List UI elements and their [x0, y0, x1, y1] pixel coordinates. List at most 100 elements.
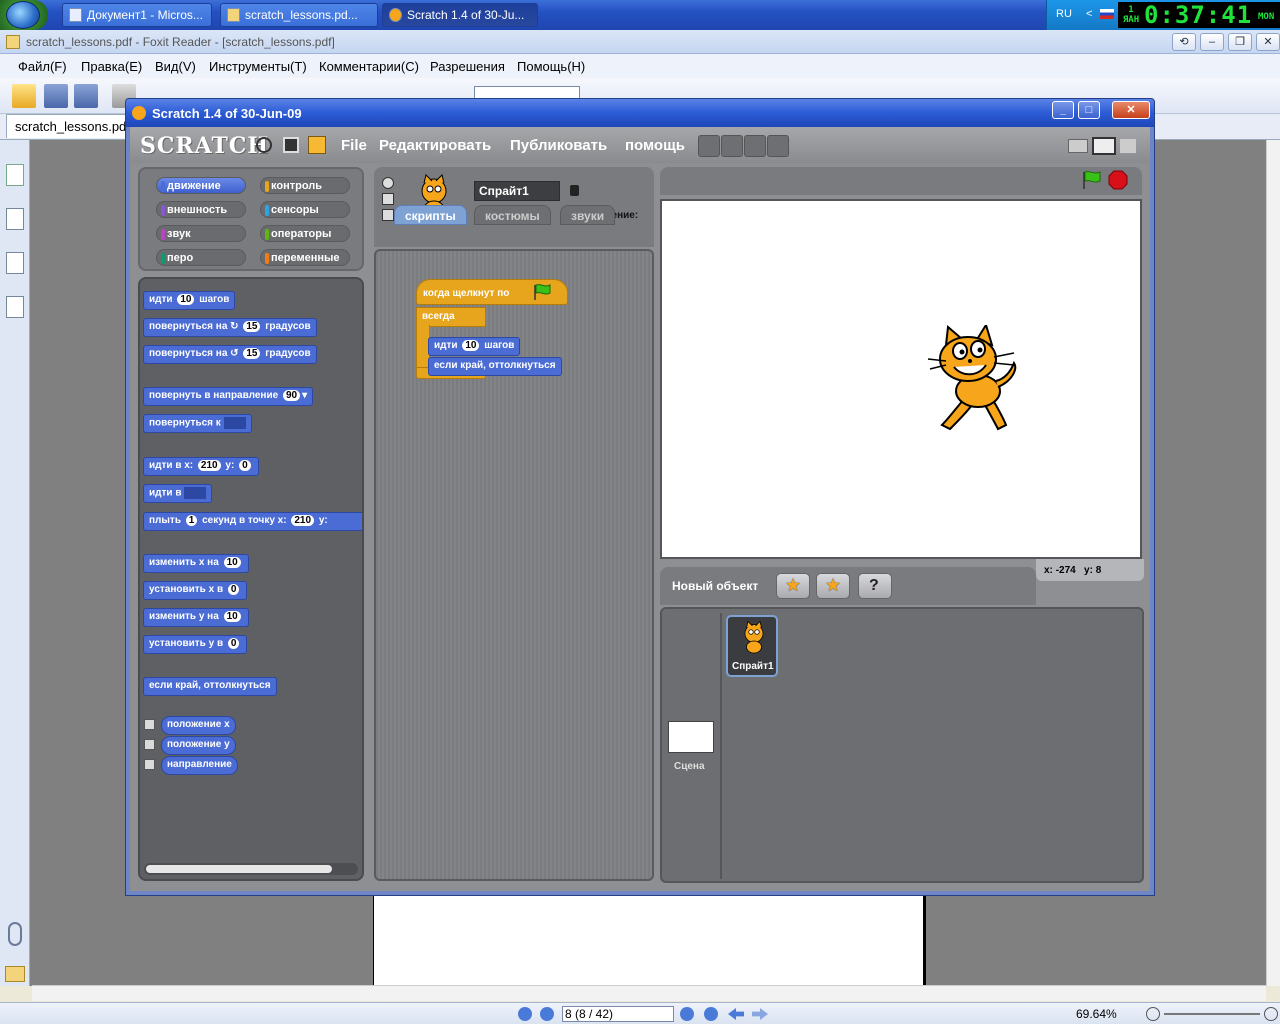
zoom-level[interactable]: 69.64%: [1076, 1007, 1117, 1021]
block-change-x[interactable]: изменить x на 10: [143, 554, 249, 573]
menu-comments[interactable]: Комментарии(C): [319, 59, 419, 74]
no-rotate-icon[interactable]: [382, 209, 394, 221]
reporter-xpos[interactable]: положение x: [161, 716, 236, 735]
tab-costumes[interactable]: костюмы: [474, 205, 551, 225]
menu-view[interactable]: Вид(V): [155, 59, 196, 74]
small-stage-icon[interactable]: [1068, 139, 1088, 153]
rotate-style-icon[interactable]: [382, 177, 394, 189]
globe-icon[interactable]: [256, 137, 272, 153]
grow-icon[interactable]: [744, 135, 766, 157]
stop-button[interactable]: [1108, 170, 1128, 190]
reporter-ypos[interactable]: положение y: [161, 736, 236, 755]
palette-scroll-thumb[interactable]: [146, 865, 332, 873]
checkbox-direction[interactable]: [144, 759, 155, 770]
last-page-icon[interactable]: [704, 1007, 718, 1021]
block-move[interactable]: идти 10 шагов: [143, 291, 236, 310]
category-motion[interactable]: движение: [156, 177, 246, 194]
menu-help[interactable]: помощь: [625, 137, 685, 154]
scripts-area[interactable]: когда щелкнут по всегда ⮥ идти 10 шагов …: [374, 249, 654, 881]
block-set-y[interactable]: установить y в 0: [143, 635, 248, 654]
menu-edit[interactable]: Редактировать: [379, 137, 491, 154]
delete-icon[interactable]: [721, 135, 743, 157]
scratch-minimize-button[interactable]: _: [1052, 101, 1074, 119]
zoom-out-icon[interactable]: [1146, 1007, 1160, 1021]
scratch-maximize-button[interactable]: □: [1078, 101, 1100, 119]
duplicate-icon[interactable]: [698, 135, 720, 157]
foxit-restore-icon[interactable]: ⟲: [1172, 33, 1196, 51]
stage-thumbnail[interactable]: [668, 721, 714, 753]
normal-stage-icon[interactable]: [1092, 137, 1116, 155]
category-pen[interactable]: перо: [156, 249, 246, 266]
tab-scripts[interactable]: скрипты: [394, 205, 467, 225]
menu-file[interactable]: File: [341, 137, 367, 154]
random-sprite-button[interactable]: ?: [858, 573, 892, 599]
paint-sprite-button[interactable]: ★: [776, 573, 810, 599]
chevron-left-icon[interactable]: <: [1086, 8, 1092, 20]
foxit-minimize-button[interactable]: –: [1200, 33, 1224, 51]
reporter-direction[interactable]: направление: [161, 756, 238, 775]
menu-edit[interactable]: Правка(E): [81, 59, 142, 74]
category-control[interactable]: контроль: [260, 177, 350, 194]
foxit-close-button[interactable]: ✕: [1256, 33, 1280, 51]
checkbox-ypos[interactable]: [144, 739, 155, 750]
save-icon[interactable]: [44, 84, 68, 108]
block-point-direction[interactable]: повернуть в направление 90 ▾: [143, 387, 314, 406]
task-word[interactable]: Документ1 - Micros...: [62, 3, 212, 27]
category-looks[interactable]: внешность: [156, 201, 246, 218]
block-turn-ccw[interactable]: повернуться на ↺ 15 градусов: [143, 345, 317, 364]
block-set-x[interactable]: установить x в 0: [143, 581, 248, 600]
category-sound[interactable]: звук: [156, 225, 246, 242]
cat-sprite[interactable]: [924, 325, 1024, 435]
shrink-icon[interactable]: [767, 135, 789, 157]
page-number-field[interactable]: 8 (8 / 42): [562, 1006, 674, 1022]
lock-icon[interactable]: [570, 185, 579, 196]
horizontal-scrollbar[interactable]: [32, 985, 1266, 1001]
forever-block[interactable]: всегда: [416, 307, 486, 327]
block-goto[interactable]: идти в: [143, 484, 213, 503]
back-arrow-icon[interactable]: [728, 1008, 744, 1020]
signature-icon[interactable]: [6, 296, 24, 318]
next-page-icon[interactable]: [680, 1007, 694, 1021]
vertical-scrollbar[interactable]: [1266, 140, 1280, 986]
document-tab[interactable]: scratch_lessons.pdf: [6, 114, 130, 138]
forward-arrow-icon[interactable]: [752, 1008, 768, 1020]
palette-scrollbar[interactable]: [144, 863, 358, 875]
category-variables[interactable]: переменные: [260, 249, 350, 266]
stage[interactable]: [660, 199, 1142, 559]
block-bounce[interactable]: если край, оттолкнуться: [143, 677, 277, 696]
zoom-in-icon[interactable]: [1264, 1007, 1278, 1021]
block-point-towards[interactable]: повернуться к: [143, 414, 252, 433]
zoom-slider[interactable]: [1164, 1013, 1260, 1015]
flip-style-icon[interactable]: [382, 193, 394, 205]
sprite-name-field[interactable]: Спрайт1: [474, 181, 560, 201]
task-foxit[interactable]: scratch_lessons.pd...: [220, 3, 378, 27]
script-move-block[interactable]: идти 10 шагов: [428, 337, 521, 356]
pages-icon[interactable]: [6, 208, 24, 230]
tab-sounds[interactable]: звуки: [560, 205, 616, 225]
language-indicator[interactable]: RU: [1056, 8, 1072, 20]
start-button[interactable]: [0, 0, 48, 30]
category-operators[interactable]: операторы: [260, 225, 350, 242]
attachment-icon[interactable]: [8, 922, 22, 946]
block-change-y[interactable]: изменить y на 10: [143, 608, 249, 627]
menu-help[interactable]: Помощь(H): [517, 59, 585, 74]
block-turn-cw[interactable]: повернуться на ↻ 15 градусов: [143, 318, 317, 337]
share-icon[interactable]: [308, 136, 326, 154]
bookmarks-icon[interactable]: [6, 164, 24, 186]
first-page-icon[interactable]: [518, 1007, 532, 1021]
save-all-icon[interactable]: [74, 84, 98, 108]
menu-tools[interactable]: Инструменты(T): [209, 59, 307, 74]
choose-sprite-button[interactable]: ★: [816, 573, 850, 599]
green-flag-button[interactable]: [1080, 169, 1102, 191]
save-icon[interactable]: [283, 137, 299, 153]
presentation-icon[interactable]: [1120, 139, 1136, 153]
scratch-close-button[interactable]: ✕: [1112, 101, 1150, 119]
menu-permissions[interactable]: Разрешения: [430, 59, 505, 74]
sprite-thumbnail[interactable]: Спрайт1: [726, 615, 778, 677]
prev-page-icon[interactable]: [540, 1007, 554, 1021]
open-icon[interactable]: [12, 84, 36, 108]
foxit-maximize-button[interactable]: ❐: [1228, 33, 1252, 51]
script-bounce-block[interactable]: если край, оттолкнуться: [428, 357, 562, 376]
comments-icon[interactable]: [5, 966, 25, 982]
layers-icon[interactable]: [6, 252, 24, 274]
